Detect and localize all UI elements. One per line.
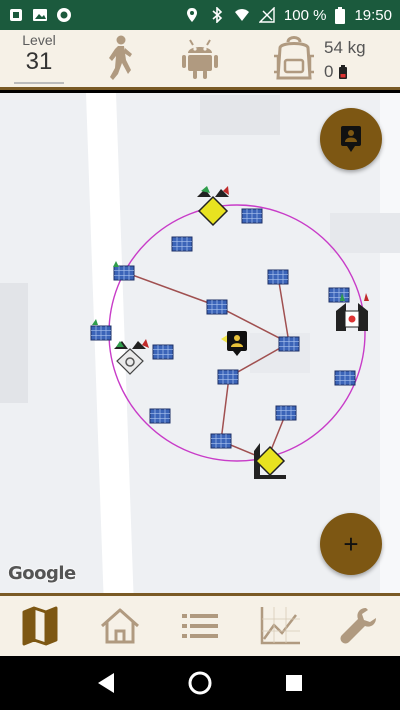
back-icon[interactable] xyxy=(96,672,116,694)
level-label: Level xyxy=(22,32,56,48)
solar-panel[interactable] xyxy=(328,287,350,303)
signal-off-icon xyxy=(258,7,275,23)
map-block xyxy=(0,283,28,403)
nav-map[interactable] xyxy=(0,596,80,656)
level-indicator[interactable]: Level 31 xyxy=(14,32,64,76)
home-icon xyxy=(101,608,139,644)
level-underline xyxy=(14,82,64,84)
map-view[interactable]: Google + xyxy=(0,93,400,593)
station-building-bottom[interactable] xyxy=(254,443,286,479)
solar-panels[interactable] xyxy=(90,208,356,449)
battery-small-icon xyxy=(339,65,348,79)
list-icon xyxy=(182,614,218,638)
solar-panel[interactable] xyxy=(278,336,300,352)
system-navigation-bar xyxy=(0,656,400,710)
wrench-icon xyxy=(340,608,376,644)
location-pin-icon xyxy=(186,8,197,22)
badge-icon xyxy=(341,126,361,152)
nav-statistics[interactable] xyxy=(240,596,320,656)
record-icon xyxy=(57,8,71,22)
energy-counter: 0 xyxy=(324,62,348,82)
notification-square-icon xyxy=(10,9,22,21)
solar-panel[interactable] xyxy=(210,433,232,449)
wifi-icon xyxy=(234,9,249,21)
player-location-marker[interactable] xyxy=(221,331,247,356)
home-circle-icon[interactable] xyxy=(187,670,213,696)
solar-panel[interactable] xyxy=(267,269,289,285)
map-road-edge xyxy=(380,93,400,593)
solar-panel[interactable] xyxy=(171,236,193,252)
inventory-weight: 54 kg xyxy=(324,38,366,57)
nav-list[interactable] xyxy=(160,596,240,656)
top-bar: Level 31 54 kg 0 xyxy=(0,30,400,90)
status-bar: 100 % 19:50 xyxy=(0,0,400,30)
bluetooth-icon xyxy=(212,7,223,23)
level-value: 31 xyxy=(25,48,53,75)
solar-panel[interactable] xyxy=(90,325,112,341)
solar-panel[interactable] xyxy=(152,344,174,360)
solar-panel[interactable] xyxy=(334,370,356,386)
map-block xyxy=(330,213,400,253)
station-building-right[interactable] xyxy=(336,293,369,331)
android-icon[interactable] xyxy=(180,36,220,80)
solar-panel[interactable] xyxy=(217,369,239,385)
solar-panel[interactable] xyxy=(241,208,263,224)
map-block xyxy=(200,95,280,135)
nav-home[interactable] xyxy=(80,596,160,656)
recents-icon[interactable] xyxy=(284,673,304,693)
energy-value: 0 xyxy=(324,62,334,81)
center-on-player-button[interactable] xyxy=(320,108,382,170)
nav-settings[interactable] xyxy=(320,596,400,656)
solar-panel[interactable] xyxy=(149,408,171,424)
google-logo: Google xyxy=(8,563,76,584)
image-icon xyxy=(33,9,47,21)
solar-panel[interactable] xyxy=(275,405,297,421)
battery-icon xyxy=(335,6,346,24)
solar-panel[interactable] xyxy=(206,299,228,315)
chart-icon xyxy=(260,607,300,645)
battery-percent: 100 % xyxy=(283,6,327,24)
backpack-icon[interactable] xyxy=(272,34,316,82)
map-icon xyxy=(22,606,58,646)
clock: 19:50 xyxy=(354,6,392,24)
solar-panel[interactable] xyxy=(113,265,135,281)
bottom-navigation xyxy=(0,593,400,656)
add-button[interactable]: + xyxy=(320,513,382,575)
hiker-icon[interactable] xyxy=(104,34,138,82)
